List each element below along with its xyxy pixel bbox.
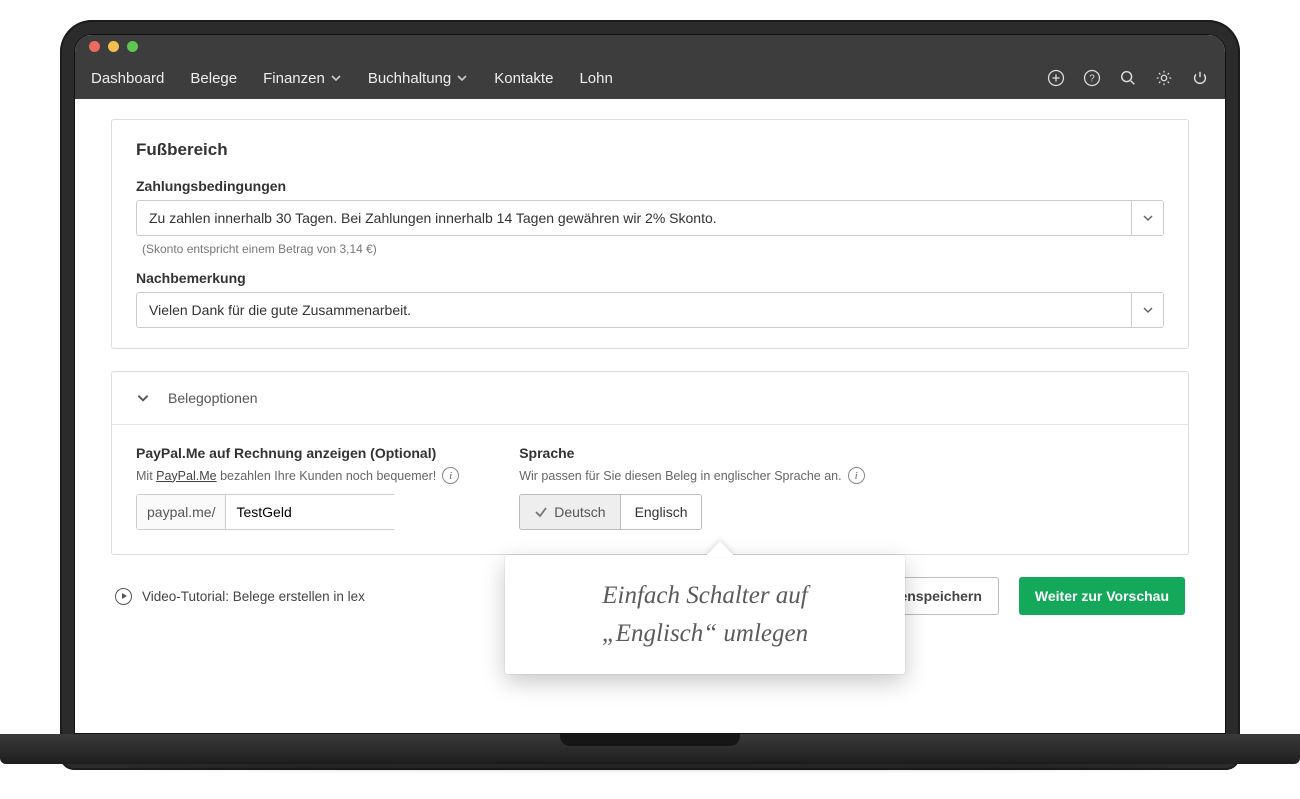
nav-belege-label: Belege — [190, 70, 237, 87]
callout-line-1: Einfach Schalter auf — [533, 577, 877, 615]
help-icon[interactable]: ? — [1083, 69, 1101, 87]
search-icon[interactable] — [1119, 69, 1137, 87]
nav-lohn[interactable]: Lohn — [579, 70, 612, 87]
check-icon — [534, 505, 548, 519]
nav-finanzen[interactable]: Finanzen — [263, 70, 342, 87]
footer-section-card: Fußbereich Zahlungsbedingungen Zu zahlen… — [111, 119, 1189, 349]
nav-dashboard-label: Dashboard — [91, 70, 164, 87]
postscript-chevron[interactable] — [1131, 293, 1163, 327]
chevron-down-icon — [136, 391, 150, 405]
paypal-subtitle: Mit PayPal.Me bezahlen Ihre Kunden noch … — [136, 467, 459, 484]
payment-terms-chevron[interactable] — [1131, 201, 1163, 235]
payment-terms-dropdown[interactable]: Zu zahlen innerhalb 30 Tagen. Bei Zahlun… — [136, 200, 1164, 236]
tutorial-link[interactable]: Video-Tutorial: Belege erstellen in lex — [142, 589, 365, 604]
language-german-button[interactable]: Deutsch — [520, 495, 619, 529]
paypal-column: PayPal.Me auf Rechnung anzeigen (Optiona… — [136, 445, 459, 530]
power-icon[interactable] — [1191, 69, 1209, 87]
language-toggle: Deutsch Englisch — [519, 494, 702, 530]
play-icon[interactable] — [115, 588, 132, 605]
gear-icon[interactable] — [1155, 69, 1173, 87]
language-subtitle: Wir passen für Sie diesen Beleg in engli… — [519, 469, 841, 483]
chevron-down-icon — [456, 72, 468, 84]
postscript-dropdown[interactable]: Vielen Dank für die gute Zusammenarbeit. — [136, 292, 1164, 328]
svg-text:?: ? — [1089, 74, 1095, 85]
language-english-button[interactable]: Englisch — [620, 495, 702, 529]
paypal-link[interactable]: PayPal.Me — [156, 469, 216, 483]
chevron-down-icon — [330, 72, 342, 84]
callout-line-2: „Englisch“ umlegen — [533, 615, 877, 653]
language-subtitle-row: Wir passen für Sie diesen Beleg in engli… — [519, 467, 864, 484]
paypal-input-group: paypal.me/ — [136, 494, 396, 530]
nav-dashboard[interactable]: Dashboard — [91, 70, 164, 87]
postscript-value: Vielen Dank für die gute Zusammenarbeit. — [137, 293, 1131, 327]
options-toggle-header[interactable]: Belegoptionen — [112, 372, 1188, 425]
nav-buchhaltung-label: Buchhaltung — [368, 70, 451, 87]
options-header-label: Belegoptionen — [168, 390, 258, 406]
maximize-window-dot[interactable] — [127, 41, 138, 52]
postscript-label: Nachbemerkung — [136, 270, 1164, 286]
options-card: Belegoptionen PayPal.Me auf Rechnung anz… — [111, 371, 1189, 555]
info-icon[interactable]: i — [848, 467, 865, 484]
language-title: Sprache — [519, 445, 864, 461]
nav-kontakte-label: Kontakte — [494, 70, 553, 87]
nav-finanzen-label: Finanzen — [263, 70, 325, 87]
payment-terms-label: Zahlungsbedingungen — [136, 178, 1164, 194]
language-german-label: Deutsch — [554, 504, 605, 520]
nav-belege[interactable]: Belege — [190, 70, 237, 87]
language-column: Sprache Wir passen für Sie diesen Beleg … — [519, 445, 864, 530]
language-english-label: Englisch — [635, 504, 688, 520]
callout-tooltip: Einfach Schalter auf „Englisch“ umlegen — [505, 555, 905, 674]
nav-kontakte[interactable]: Kontakte — [494, 70, 553, 87]
main-navbar: Dashboard Belege Finanzen Buchhaltung Ko… — [75, 57, 1225, 99]
skonto-hint: (Skonto entspricht einem Betrag von 3,14… — [136, 242, 1164, 256]
close-window-dot[interactable] — [89, 41, 100, 52]
paypal-prefix: paypal.me/ — [137, 495, 226, 529]
preview-button[interactable]: Weiter zur Vorschau — [1019, 577, 1185, 615]
nav-buchhaltung[interactable]: Buchhaltung — [368, 70, 468, 87]
add-icon[interactable] — [1047, 69, 1065, 87]
paypal-handle-input[interactable] — [226, 495, 427, 529]
window-titlebar — [75, 35, 1225, 57]
info-icon[interactable]: i — [442, 467, 459, 484]
nav-lohn-label: Lohn — [579, 70, 612, 87]
payment-terms-value: Zu zahlen innerhalb 30 Tagen. Bei Zahlun… — [137, 201, 1131, 235]
minimize-window-dot[interactable] — [108, 41, 119, 52]
paypal-title: PayPal.Me auf Rechnung anzeigen (Optiona… — [136, 445, 459, 461]
chevron-down-icon — [1142, 212, 1154, 224]
footer-section-title: Fußbereich — [136, 140, 1164, 160]
chevron-down-icon — [1142, 304, 1154, 316]
